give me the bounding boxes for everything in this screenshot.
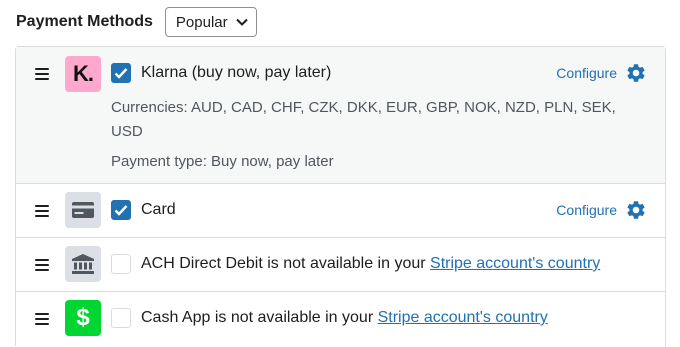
- configure-label: Configure: [556, 65, 617, 81]
- payment-method-row-klarna: K. Klarna (buy now, pay later) Configure…: [16, 47, 665, 184]
- card-enable-checkbox[interactable]: [111, 200, 131, 220]
- klarna-logo-icon: K.: [65, 56, 101, 92]
- payment-method-row-card: Card Configure: [16, 183, 665, 238]
- klarna-enable-checkbox[interactable]: [111, 63, 131, 83]
- stripe-account-country-link[interactable]: Stripe account's country: [378, 309, 548, 326]
- drag-handle-icon[interactable]: [35, 68, 49, 83]
- klarna-label: Klarna (buy now, pay later): [141, 64, 332, 81]
- card-configure-button[interactable]: Configure: [556, 199, 647, 221]
- card-label: Card: [141, 201, 176, 218]
- klarna-configure-button[interactable]: Configure: [556, 62, 647, 84]
- cash-app-unavailable-text: Cash App is not available in your: [141, 309, 378, 326]
- drag-handle-icon[interactable]: [35, 205, 49, 220]
- ach-label: ACH Direct Debit is not available in you…: [141, 255, 600, 273]
- payment-method-row-ach: ACH Direct Debit is not available in you…: [16, 237, 665, 292]
- cash-app-logo-text: $: [76, 304, 90, 331]
- klarna-payment-type: Payment type: Buy now, pay later: [111, 153, 334, 170]
- checkmark-icon: [114, 205, 128, 216]
- payment-methods-filter-select[interactable]: Popular: [164, 7, 257, 37]
- credit-card-icon: [65, 192, 101, 228]
- payment-method-row-cash-app: $ Cash App is not available in your Stri…: [16, 291, 665, 347]
- chevron-down-icon: [235, 18, 248, 26]
- payment-methods-list: K. Klarna (buy now, pay later) Configure…: [15, 46, 666, 346]
- cash-app-logo-icon: $: [65, 300, 101, 336]
- checkmark-icon: [114, 68, 128, 79]
- drag-handle-icon[interactable]: [35, 313, 49, 328]
- section-title: Payment Methods: [16, 13, 153, 30]
- payment-methods-header: Payment Methods Popular: [16, 7, 257, 37]
- cash-app-enable-checkbox[interactable]: [111, 308, 131, 328]
- stripe-account-country-link[interactable]: Stripe account's country: [430, 255, 600, 272]
- gear-icon: [627, 64, 645, 82]
- cash-app-label: Cash App is not available in your Stripe…: [141, 309, 548, 327]
- configure-label: Configure: [556, 202, 617, 218]
- ach-enable-checkbox[interactable]: [111, 254, 131, 274]
- klarna-logo-text: K.: [73, 61, 94, 86]
- filter-selected-value: Popular: [175, 13, 228, 31]
- drag-handle-icon[interactable]: [35, 259, 49, 274]
- klarna-currencies: Currencies: AUD, CAD, CHF, CZK, DKK, EUR…: [111, 99, 616, 140]
- gear-icon: [627, 201, 645, 219]
- bank-icon: [65, 246, 101, 282]
- ach-unavailable-text: ACH Direct Debit is not available in you…: [141, 255, 431, 272]
